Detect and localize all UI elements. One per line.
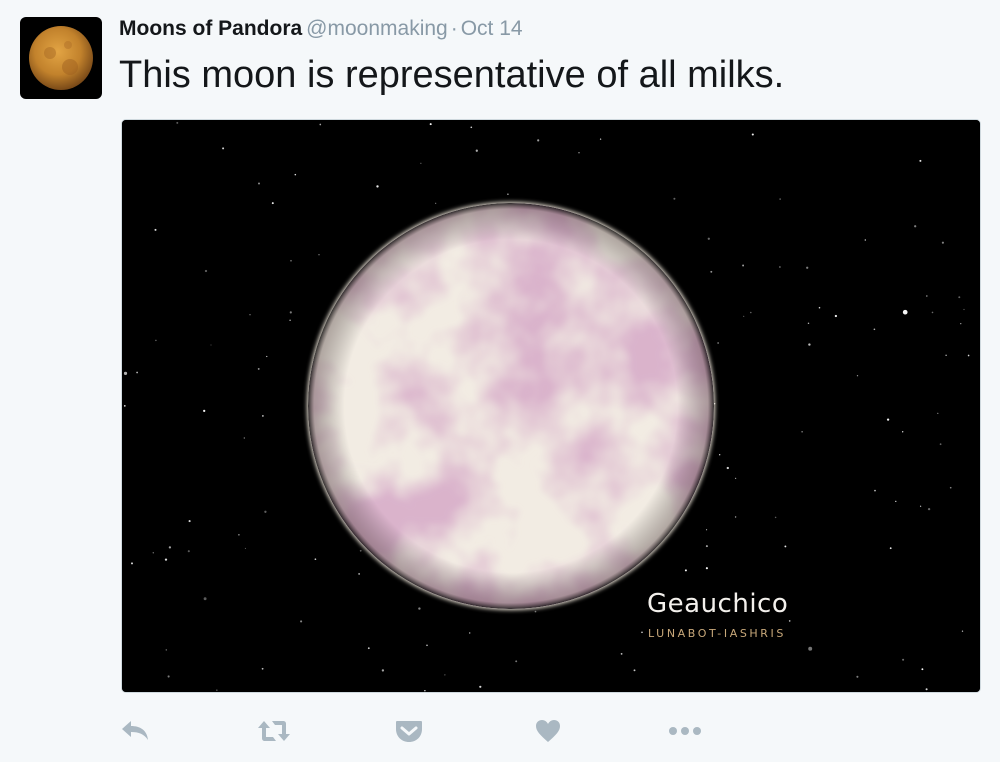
tweet-date[interactable]: Oct 14 — [461, 17, 523, 40]
like-button[interactable] — [530, 713, 566, 749]
pocket-icon — [396, 721, 422, 742]
display-name[interactable]: Moons of Pandora — [119, 17, 302, 40]
user-handle[interactable]: @moonmaking — [306, 17, 448, 40]
tweet-media-image[interactable]: Geauchico LUNABOT-IASHRIS — [121, 119, 981, 693]
more-icon — [669, 727, 701, 735]
save-button[interactable] — [391, 713, 427, 749]
moon-credit-label: LUNABOT-IASHRIS — [648, 627, 786, 640]
moon-name-label: Geauchico — [647, 589, 789, 619]
moon-image — [122, 120, 980, 692]
heart-icon — [536, 720, 560, 742]
tweet-text: This moon is representative of all milks… — [119, 54, 785, 96]
more-button[interactable] — [667, 713, 703, 749]
retweet-icon — [258, 721, 290, 741]
reply-button[interactable] — [117, 713, 153, 749]
tweet-actions — [0, 705, 1000, 755]
tweet-header: Moons of Pandora @moonmaking · Oct 14 — [119, 16, 523, 42]
reply-icon — [122, 721, 148, 740]
retweet-button[interactable] — [256, 713, 292, 749]
avatar[interactable] — [20, 17, 102, 99]
separator: · — [450, 17, 458, 40]
